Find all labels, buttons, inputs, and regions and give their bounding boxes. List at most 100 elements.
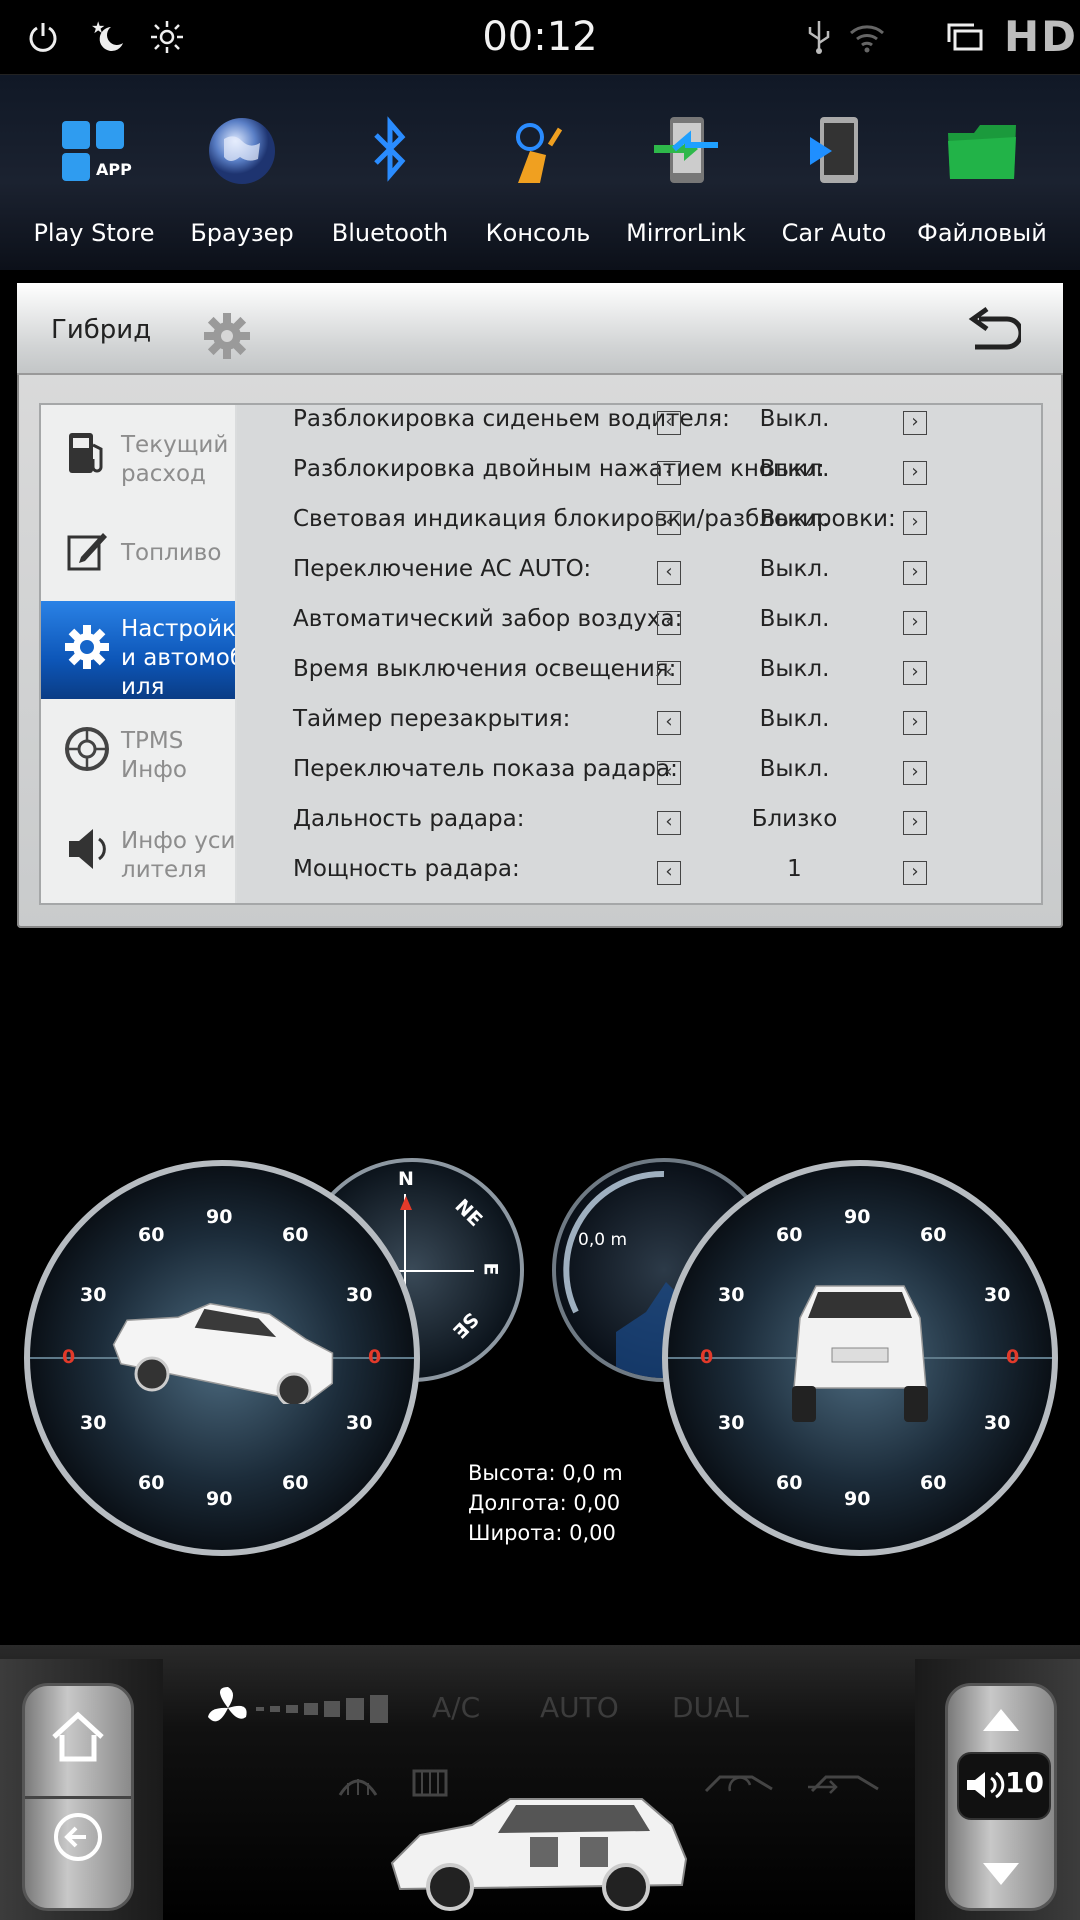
- rear-defrost-icon[interactable]: [336, 1765, 380, 1801]
- pitch-tick-label: 60: [776, 1224, 803, 1246]
- suv-seat-heat-icon[interactable]: [380, 1785, 700, 1915]
- fuel-pump-icon: [69, 433, 103, 473]
- next-option-button[interactable]: ›: [903, 461, 927, 485]
- pitch-tick-label: 60: [776, 1472, 803, 1494]
- roll-tick-label: 30: [346, 1284, 373, 1306]
- setting-label: Переключение AC AUTO:: [293, 556, 592, 582]
- pitch-tick-label: 30: [984, 1412, 1011, 1434]
- roll-tick-label: 90: [206, 1488, 233, 1510]
- dual-button[interactable]: DUAL: [672, 1691, 749, 1724]
- prev-option-button[interactable]: ‹: [657, 811, 681, 835]
- pitch-tick-label: 0: [1006, 1346, 1020, 1368]
- app-bluetooth[interactable]: Bluetooth: [316, 75, 464, 270]
- auto-button[interactable]: AUTO: [540, 1691, 619, 1724]
- compass-n-label: N: [398, 1168, 414, 1190]
- panel-title: Гибрид: [51, 315, 152, 345]
- setting-label: Автоматический забор воздуха:: [293, 606, 683, 632]
- sidebar-item-fuel[interactable]: Топливо: [41, 505, 235, 603]
- app-label: Bluetooth: [331, 219, 449, 247]
- next-option-button[interactable]: ›: [903, 761, 927, 785]
- usb-icon: [798, 16, 840, 58]
- panel-body: Текущий расход Топливо Настройк и автомо…: [39, 403, 1043, 905]
- prev-option-button[interactable]: ‹: [657, 661, 681, 685]
- roll-tick-label: 90: [206, 1206, 233, 1228]
- volume-level: 10: [1005, 1766, 1044, 1799]
- next-option-button[interactable]: ›: [903, 561, 927, 585]
- next-option-button[interactable]: ›: [903, 711, 927, 735]
- fresh-air-icon[interactable]: [806, 1765, 886, 1799]
- pitch-tick-label: 60: [920, 1224, 947, 1246]
- sidebar-item-label: TPMS Инфо: [121, 728, 187, 783]
- app-label: Консоль: [485, 219, 591, 247]
- wifi-icon: [846, 16, 888, 58]
- next-option-button[interactable]: ›: [903, 861, 927, 885]
- app-label: Файловый: [917, 219, 1047, 247]
- hd-label: HD: [1003, 12, 1078, 61]
- app-mirrorlink[interactable]: MirrorLink: [612, 75, 760, 270]
- next-option-button[interactable]: ›: [903, 411, 927, 435]
- fan-speed-bar[interactable]: [256, 1695, 388, 1723]
- back-icon[interactable]: [50, 1809, 106, 1865]
- gear-icon[interactable]: [202, 311, 252, 361]
- next-option-button[interactable]: ›: [903, 611, 927, 635]
- prev-option-button[interactable]: ‹: [657, 561, 681, 585]
- roll-tick-label: 60: [282, 1224, 309, 1246]
- sidebar-item-amplifier[interactable]: Инфо уси лителя: [41, 803, 235, 901]
- mirrorlink-icon: [654, 117, 718, 183]
- status-bar: ★ 00:12 HD: [0, 0, 1080, 75]
- sidebar-item-current-consumption[interactable]: Текущий расход: [41, 407, 235, 505]
- settings-gear-icon: [65, 625, 109, 669]
- ac-button[interactable]: A/C: [432, 1691, 480, 1724]
- fan-icon[interactable]: [198, 1683, 258, 1733]
- prev-option-button[interactable]: ‹: [657, 761, 681, 785]
- prev-option-button[interactable]: ‹: [657, 711, 681, 735]
- setting-label: Дальность радара:: [293, 806, 525, 832]
- app-play-store[interactable]: APP Play Store: [20, 75, 168, 270]
- next-option-button[interactable]: ›: [903, 661, 927, 685]
- prev-option-button[interactable]: ‹: [657, 611, 681, 635]
- roll-tick-label: 60: [138, 1224, 165, 1246]
- prev-option-button[interactable]: ‹: [657, 411, 681, 435]
- sidebar-item-label: Текущий расход: [121, 432, 229, 487]
- app-browser[interactable]: Браузер: [168, 75, 316, 270]
- app-label: MirrorLink: [626, 219, 746, 247]
- climate-bar: A/C AUTO DUAL: [0, 1645, 1080, 1920]
- setting-value: Выкл.: [759, 756, 830, 782]
- compass-e-label: E: [479, 1262, 502, 1276]
- volume-down-icon[interactable]: [979, 1859, 1023, 1889]
- pitch-tick-label: 0: [700, 1346, 714, 1368]
- prev-option-button[interactable]: ‹: [657, 511, 681, 535]
- prev-option-button[interactable]: ‹: [657, 461, 681, 485]
- setting-row: Переключатель показа радара: ‹ Выкл. ›: [237, 749, 1041, 799]
- setting-value: Выкл.: [759, 506, 830, 532]
- inclinometer-area: N NE E SE N 0,0 m 90 60 60 30 30 0 0 30 …: [0, 1140, 1080, 1580]
- globe-icon: [209, 118, 275, 184]
- air-recirculation-icon[interactable]: [700, 1765, 780, 1799]
- setting-row: Разблокировка сиденьем водителя: ‹ Выкл.…: [237, 399, 1041, 449]
- next-option-button[interactable]: ›: [903, 511, 927, 535]
- app-label: Car Auto: [781, 219, 887, 247]
- setting-value: Близко: [751, 806, 838, 832]
- back-arrow-icon[interactable]: [961, 305, 1021, 359]
- app-car-auto[interactable]: Car Auto: [760, 75, 908, 270]
- home-icon[interactable]: [48, 1709, 108, 1765]
- app-console[interactable]: Консоль: [464, 75, 612, 270]
- next-option-button[interactable]: ›: [903, 811, 927, 835]
- sidebar-item-tpms[interactable]: TPMS Инфо: [41, 703, 235, 801]
- app-file-manager[interactable]: Файловый: [908, 75, 1056, 270]
- volume-up-icon[interactable]: [979, 1705, 1023, 1735]
- pitch-tick-label: 90: [844, 1488, 871, 1510]
- pitch-gauge: 90 60 60 30 30 0 0 30 30 60 60 90: [662, 1160, 1058, 1556]
- roll-tick-label: 30: [80, 1412, 107, 1434]
- setting-label: Переключатель показа радара:: [293, 756, 678, 782]
- roll-tick-label: 60: [282, 1472, 309, 1494]
- setting-value: Выкл.: [759, 606, 830, 632]
- sidebar-item-label: Топливо: [121, 540, 222, 566]
- prev-option-button[interactable]: ‹: [657, 861, 681, 885]
- sidebar-item-vehicle-settings[interactable]: Настройк и автомоб иля: [41, 601, 235, 700]
- roll-gauge: 90 60 60 30 30 0 0 30 30 60 60 90: [24, 1160, 420, 1556]
- windows-icon[interactable]: [944, 16, 986, 58]
- pitch-tick-label: 30: [984, 1284, 1011, 1306]
- gps-latitude: Широта: 0,00: [468, 1521, 616, 1545]
- compass-ne-label: NE: [450, 1195, 487, 1231]
